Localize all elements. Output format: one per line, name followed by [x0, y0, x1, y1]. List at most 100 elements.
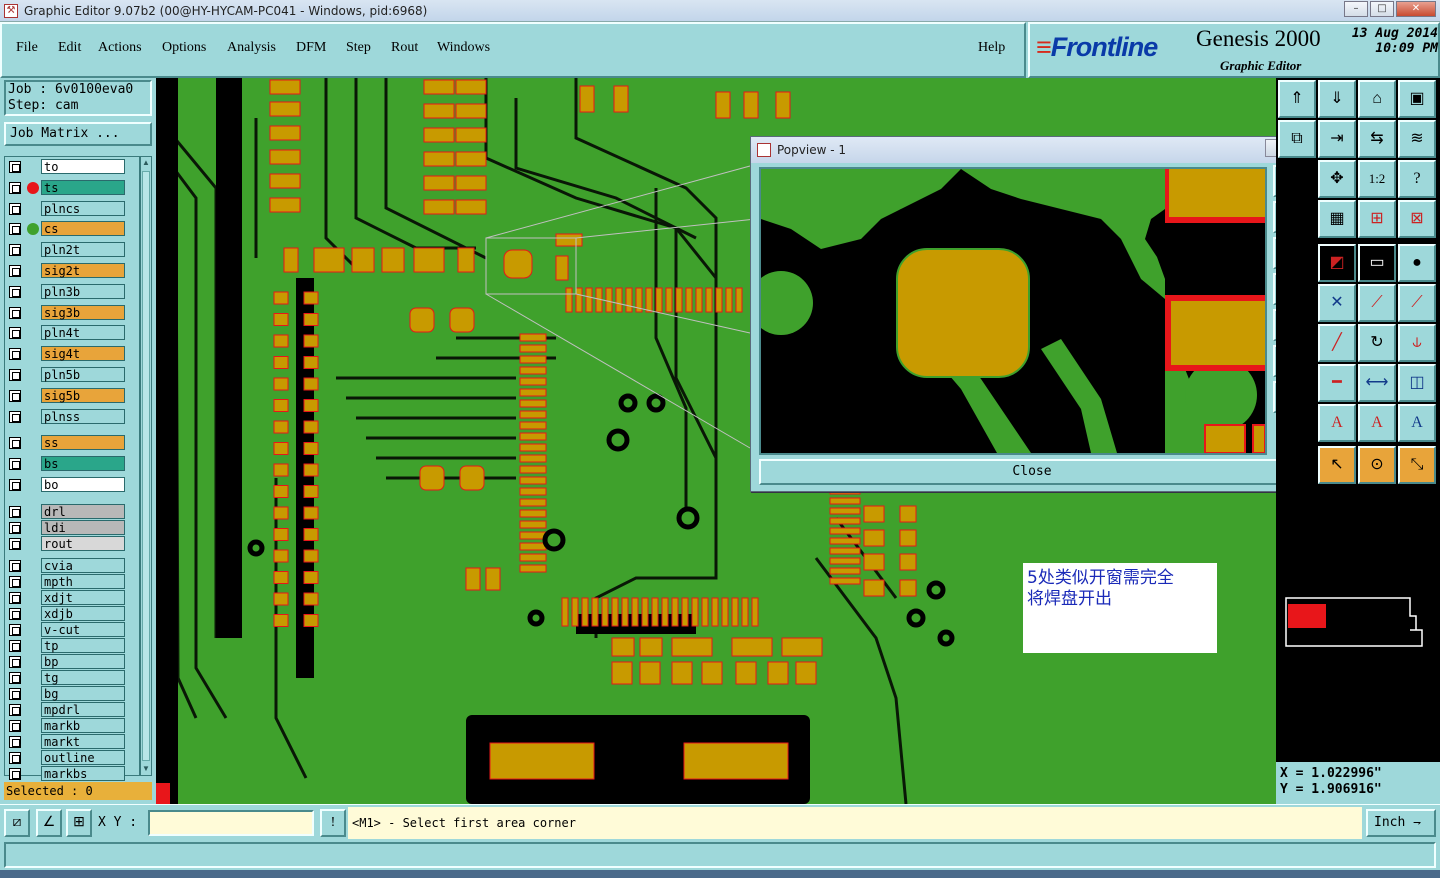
select-compass-icon[interactable]: ⊙ [1358, 446, 1396, 484]
layer-checkbox[interactable] [9, 521, 21, 534]
select-pointer-icon[interactable]: ↖ [1318, 446, 1356, 484]
move-icon[interactable]: ✥ [1318, 160, 1356, 198]
layer-name[interactable]: ts [41, 179, 125, 195]
layer-checkbox[interactable] [9, 607, 21, 620]
minimize-button[interactable]: – [1344, 1, 1368, 17]
layer-name[interactable]: plnss [41, 408, 125, 424]
export-icon[interactable]: ⇥ [1318, 120, 1356, 158]
scroll-down-icon[interactable]: ▼ [141, 763, 151, 775]
line-add-icon[interactable]: ⟋ [1358, 284, 1396, 322]
layer-name[interactable]: outline [41, 749, 125, 765]
layer-name[interactable]: markb [41, 717, 125, 733]
layer-checkbox[interactable] [9, 575, 21, 588]
line-edit-icon[interactable]: ⟋ [1398, 284, 1436, 322]
layer-checkbox[interactable] [9, 687, 21, 700]
layer-checkbox[interactable] [9, 479, 21, 491]
layer-checkbox[interactable] [9, 537, 21, 550]
scale-1-2-icon[interactable]: 1:2 [1358, 160, 1396, 198]
arc-icon[interactable]: ↻ [1358, 324, 1396, 362]
measure-icon[interactable]: ⟷ [1358, 364, 1396, 402]
layer-name[interactable]: xdjb [41, 605, 125, 621]
popview-zoom-view[interactable] [759, 167, 1267, 455]
color-icon[interactable]: ◩ [1318, 244, 1356, 282]
layer-name[interactable]: pln4t [41, 325, 125, 341]
snap-angle-icon[interactable]: ∠ [36, 809, 62, 837]
snap-grid-icon[interactable]: ⊞ [66, 809, 92, 837]
layer-checkbox[interactable] [9, 735, 21, 748]
layer-name[interactable]: sig2t [41, 263, 125, 278]
layer-checkbox[interactable] [9, 389, 21, 402]
layer-checkbox[interactable] [9, 505, 21, 518]
layer-checkbox[interactable] [9, 410, 21, 423]
text-a-icon[interactable]: A [1318, 404, 1356, 442]
layer-name[interactable]: pln5b [41, 367, 125, 382]
layer-checkbox[interactable] [9, 369, 21, 381]
diag-line-icon[interactable]: ╱ [1318, 324, 1356, 362]
layer-name[interactable]: cvia [41, 557, 125, 573]
copy-icon[interactable]: ⧉ [1278, 120, 1316, 158]
layer-checkbox[interactable] [9, 223, 21, 236]
layer-checkbox[interactable] [9, 437, 21, 450]
snap-diagonal-icon[interactable]: ⧄ [4, 809, 30, 837]
layer-checkbox[interactable] [9, 703, 21, 716]
alert-icon[interactable]: ! [320, 809, 346, 837]
layer-name[interactable]: bs [41, 456, 125, 472]
mirror-icon[interactable]: ⇆ [1358, 120, 1396, 158]
close-window-button[interactable]: ✕ [1396, 1, 1436, 17]
layer-checkbox[interactable] [9, 202, 21, 215]
layer-name[interactable]: pln2t [41, 242, 125, 258]
maximize-button[interactable]: □ [1370, 1, 1394, 17]
layer-checkbox[interactable] [9, 458, 21, 471]
menu-help[interactable]: Help [978, 40, 1005, 56]
menu-analysis[interactable]: Analysis [227, 40, 276, 56]
scroll-up-icon[interactable]: ▲ [141, 157, 151, 169]
layer-name[interactable]: bg [41, 685, 125, 701]
layer-name[interactable]: to [41, 159, 125, 174]
layer-checkbox[interactable] [9, 655, 21, 668]
menu-rout[interactable]: Rout [391, 40, 418, 56]
hline-icon[interactable]: ━ [1318, 364, 1356, 402]
scroll-thumb[interactable] [142, 171, 150, 761]
menu-actions[interactable]: Actions [98, 40, 142, 56]
layer-name[interactable]: plncs [41, 200, 125, 216]
layer-name[interactable]: v-cut [41, 621, 125, 637]
open-up-icon[interactable]: ⇑ [1278, 80, 1316, 118]
layer-name[interactable]: sig3b [41, 304, 125, 320]
layer-checkbox[interactable] [9, 591, 21, 604]
pad-icon[interactable]: ● [1398, 244, 1436, 282]
open-down-icon[interactable]: ⇓ [1318, 80, 1356, 118]
menu-options[interactable]: Options [162, 40, 206, 56]
layer-checkbox[interactable] [9, 306, 21, 319]
layer-checkbox[interactable] [9, 671, 21, 684]
job-matrix-button[interactable]: Job Matrix ... [4, 122, 152, 146]
layer-checkbox[interactable] [9, 327, 21, 340]
layer-name[interactable]: ss [41, 435, 125, 451]
text-a3-icon[interactable]: A [1398, 404, 1436, 442]
layer-checkbox[interactable] [9, 285, 21, 298]
overview-minimap[interactable] [1284, 594, 1430, 650]
menu-dfm[interactable]: DFM [296, 40, 326, 56]
ruler-icon[interactable]: ▭ [1358, 244, 1396, 282]
layer-checkbox[interactable] [9, 623, 21, 636]
layer-red-icon[interactable]: ⊞ [1358, 200, 1396, 238]
cross-icon[interactable]: ✕ [1318, 284, 1356, 322]
layer-name[interactable]: sig5b [41, 387, 125, 403]
layer-checkbox[interactable] [9, 751, 21, 764]
layer-name[interactable]: rout [41, 535, 125, 551]
layer-name[interactable]: bp [41, 653, 125, 669]
layer-checkbox[interactable] [9, 244, 21, 257]
layer-checkbox[interactable] [9, 767, 21, 780]
layer-name[interactable]: bo [41, 477, 125, 492]
layer-checkbox[interactable] [9, 719, 21, 732]
layer-name[interactable]: pln3b [41, 283, 125, 299]
layer-checkbox[interactable] [9, 639, 21, 652]
layer-name[interactable]: markbs [41, 765, 125, 781]
layer-checkbox[interactable] [9, 161, 21, 173]
text-a2-icon[interactable]: A [1358, 404, 1396, 442]
layer-name[interactable]: xdjt [41, 589, 125, 605]
layer-name[interactable]: ldi [41, 519, 125, 535]
menu-windows[interactable]: Windows [437, 40, 490, 56]
menu-step[interactable]: Step [346, 40, 371, 56]
xy-input[interactable] [148, 810, 314, 836]
layer-name[interactable]: markt [41, 733, 125, 749]
